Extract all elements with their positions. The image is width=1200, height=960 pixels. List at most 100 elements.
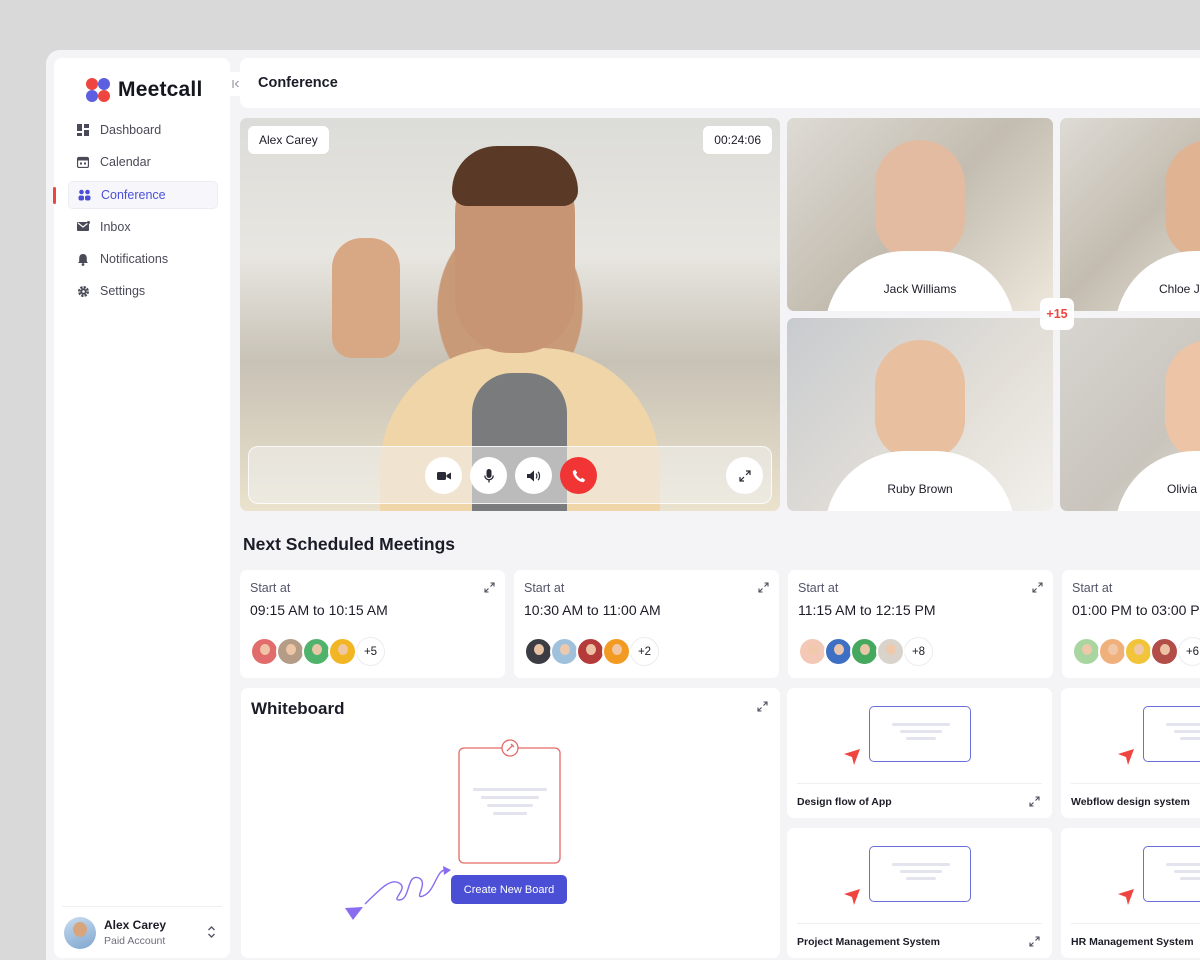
avatar (850, 637, 879, 666)
expand-icon[interactable] (1029, 794, 1040, 812)
bell-icon (76, 252, 90, 266)
board-card[interactable]: Project Management System (787, 828, 1052, 958)
avatar (1150, 637, 1179, 666)
microphone-button[interactable] (470, 457, 507, 494)
sidebar-item-label: Notifications (100, 252, 169, 267)
inbox-icon (76, 220, 90, 234)
avatar (1098, 637, 1127, 666)
page-header: Conference (240, 58, 1200, 108)
participant-name: Chloe Jo (1148, 275, 1200, 303)
avatar (276, 637, 305, 666)
participant-tile[interactable]: Ruby Brown (787, 318, 1053, 511)
expand-icon[interactable] (484, 580, 495, 598)
end-call-button[interactable] (560, 457, 597, 494)
attendee-avatars: +5 (250, 637, 385, 666)
phone-icon (572, 469, 585, 482)
main-video-tile[interactable]: Alex Carey 00:24:06 (240, 118, 780, 511)
sidebar-item-calendar[interactable]: Calendar (68, 148, 218, 176)
participant-tile[interactable]: Jack Williams (787, 118, 1053, 311)
participant-tile[interactable]: Olivia D (1060, 318, 1200, 511)
participant-tile[interactable]: Chloe Jo (1060, 118, 1200, 311)
calendar-icon (76, 155, 90, 169)
avatar (1072, 637, 1101, 666)
account-name: Alex Carey (104, 918, 167, 932)
divider (1071, 783, 1200, 784)
camera-button[interactable] (425, 457, 462, 494)
avatar (550, 637, 579, 666)
meeting-card[interactable]: Start at 10:30 AM to 11:00 AM +2 (514, 570, 779, 678)
meeting-card[interactable]: Start at 01:00 PM to 03:00 PM +6 (1062, 570, 1200, 678)
avatar (798, 637, 827, 666)
cursor-arrow-icon (844, 749, 860, 765)
meeting-card[interactable]: Start at 09:15 AM to 10:15 AM +5 (240, 570, 505, 678)
cursor-arrow-icon (1118, 749, 1134, 765)
more-attendees-badge: +8 (904, 637, 933, 666)
attendee-avatars: +8 (798, 637, 933, 666)
participant-name: Ruby Brown (876, 475, 964, 503)
sidebar-item-inbox[interactable]: Inbox (68, 213, 218, 241)
logo: Meetcall (86, 78, 202, 102)
account-info: Alex Carey Paid Account (104, 918, 166, 947)
avatar (250, 637, 279, 666)
cursor-arrow-icon (1118, 889, 1134, 905)
cursor-arrow-icon (844, 889, 860, 905)
expand-icon[interactable] (1032, 580, 1043, 598)
board-card[interactable]: Design flow of App (787, 688, 1052, 818)
sidebar: Meetcall Dashboard Calendar Conference I… (53, 58, 230, 958)
avatar (1124, 637, 1153, 666)
avatar (328, 637, 357, 666)
sidebar-item-label: Calendar (100, 155, 151, 170)
main-speaker-name: Alex Carey (248, 126, 329, 154)
logo-icon (86, 78, 110, 102)
section-title: Next Scheduled Meetings (243, 534, 455, 554)
app-window: Meetcall Dashboard Calendar Conference I… (46, 50, 1200, 960)
board-name: Webflow design system (1071, 796, 1190, 808)
whiteboard-illustration (345, 739, 561, 920)
video-frame-shape (1165, 340, 1200, 460)
divider (797, 783, 1042, 784)
account-plan: Paid Account (104, 935, 166, 947)
sidebar-item-label: Dashboard (100, 123, 162, 137)
board-thumbnail (869, 706, 971, 762)
meeting-start-label: Start at (798, 581, 839, 595)
sidebar-item-notifications[interactable]: Notifications (68, 245, 218, 273)
fullscreen-button[interactable] (726, 457, 763, 494)
more-attendees-badge: +2 (630, 637, 659, 666)
microphone-icon (483, 468, 494, 482)
attendee-avatars: +2 (524, 637, 659, 666)
call-timer: 00:24:06 (703, 126, 772, 154)
video-frame-shape (875, 340, 965, 460)
avatar (876, 637, 905, 666)
participant-name: Olivia D (1156, 475, 1200, 503)
gear-icon (76, 284, 90, 298)
expand-icon[interactable] (758, 580, 769, 598)
board-name: HR Management System (1071, 936, 1194, 948)
meeting-time: 09:15 AM to 10:15 AM (250, 602, 388, 618)
board-card[interactable]: Webflow design system (1061, 688, 1200, 818)
meeting-time: 11:15 AM to 12:15 PM (798, 602, 936, 618)
video-camera-icon (436, 471, 451, 480)
expand-icon (738, 469, 751, 482)
expand-icon[interactable] (1029, 934, 1040, 952)
board-thumbnail (1143, 706, 1200, 762)
video-frame-shape (332, 238, 400, 358)
meeting-card[interactable]: Start at 11:15 AM to 12:15 PM +8 (788, 570, 1053, 678)
account-switcher[interactable]: Alex Carey Paid Account (62, 906, 222, 958)
video-frame-shape (452, 146, 578, 206)
board-name: Design flow of App (797, 796, 892, 808)
app-name: Meetcall (118, 78, 203, 101)
avatar (524, 637, 553, 666)
sidebar-item-label: Conference (101, 187, 166, 202)
more-attendees-badge: +6 (1178, 637, 1200, 666)
speaker-button[interactable] (515, 457, 552, 494)
call-controls (248, 446, 772, 504)
more-participants-badge[interactable]: +15 (1040, 298, 1074, 330)
create-new-board-button[interactable]: Create New Board (451, 875, 567, 904)
sidebar-item-dashboard[interactable]: Dashboard (68, 116, 218, 144)
avatar (824, 637, 853, 666)
sidebar-item-conference[interactable]: Conference (53, 180, 218, 209)
sidebar-item-settings[interactable]: Settings (68, 277, 218, 305)
meeting-start-label: Start at (1072, 581, 1113, 595)
sidebar-item-label: Inbox (100, 219, 131, 234)
board-card[interactable]: HR Management System (1061, 828, 1200, 958)
